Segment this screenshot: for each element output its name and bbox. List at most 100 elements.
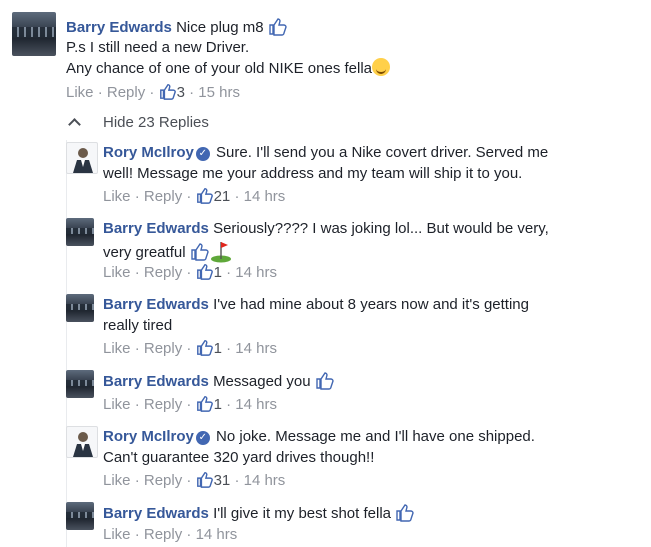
like-reaction-icon[interactable] [196, 338, 214, 356]
avatar-image [73, 432, 93, 457]
reply-link[interactable]: Reply [144, 264, 182, 281]
avatar[interactable] [66, 370, 94, 398]
like-link[interactable]: Like [103, 396, 131, 413]
separator: · [226, 340, 232, 357]
separator: · [149, 84, 155, 101]
timestamp[interactable]: 14 hrs [235, 264, 277, 281]
comment-text-line: Seriously???? I was joking lol... But wo… [213, 220, 549, 237]
separator: · [234, 188, 240, 205]
reply-link[interactable]: Reply [144, 396, 182, 413]
avatar-image [73, 148, 93, 173]
comment-actions: Like · Reply · 31 · 14 hrs [103, 470, 285, 491]
separator: · [234, 472, 240, 489]
reaction-count[interactable]: 21 [214, 188, 231, 205]
comment-actions: Like · Reply · 1 · 14 hrs [103, 394, 277, 415]
separator: · [97, 84, 103, 101]
comment-body: Rory McIlroy ✓ Sure. I'll send you a Nike… [103, 142, 548, 163]
comment-text-line: Can't guarantee 320 yard drives though!! [103, 449, 375, 466]
avatar[interactable] [66, 426, 98, 458]
reply-link[interactable]: Reply [144, 526, 182, 543]
comment-actions: Like · Reply · 3 · 15 hrs [66, 82, 240, 103]
author-name[interactable]: Barry Edwards [103, 373, 209, 390]
avatar[interactable] [12, 12, 56, 56]
author-name[interactable]: Barry Edwards [103, 505, 209, 522]
author-name[interactable]: Barry Edwards [103, 220, 209, 237]
like-link[interactable]: Like [103, 264, 131, 281]
separator: · [134, 188, 140, 205]
thread-line [66, 140, 67, 547]
comment-body: Barry Edwards I've had mine about 8 year… [103, 294, 529, 315]
separator: · [134, 264, 140, 281]
comment-text-line: really tired [103, 317, 173, 334]
like-link[interactable]: Like [103, 472, 131, 489]
reaction-count[interactable]: 1 [214, 264, 222, 281]
like-reaction-icon[interactable] [196, 262, 214, 280]
comment-text-line: very greatful [103, 239, 232, 263]
author-name[interactable]: Rory McIlroy [103, 428, 194, 445]
comment-actions: Like · Reply · 21 · 14 hrs [103, 186, 285, 207]
separator: · [226, 264, 232, 281]
like-reaction-icon[interactable] [196, 470, 214, 488]
avatar[interactable] [66, 502, 94, 530]
author-name[interactable]: Barry Edwards [103, 296, 209, 313]
like-link[interactable]: Like [66, 84, 94, 101]
separator: · [186, 472, 192, 489]
timestamp[interactable]: 14 hrs [244, 472, 286, 489]
thumbs-up-outline-icon [316, 372, 334, 390]
comment-text-line: I'll give it my best shot fella [213, 505, 391, 522]
thumbs-up-outline-icon [396, 504, 414, 522]
like-reaction-icon[interactable] [159, 82, 177, 100]
comment-text: Any chance of one of your old NIKE ones … [66, 60, 373, 77]
comment-text-line: No joke. Message me and I'll have one sh… [216, 428, 535, 445]
thumbs-up-outline-icon [191, 243, 209, 261]
hide-replies-label: Hide 23 Replies [103, 114, 209, 131]
verified-badge-icon: ✓ [195, 147, 210, 161]
reply-link[interactable]: Reply [144, 472, 182, 489]
reply-link[interactable]: Reply [107, 84, 145, 101]
comment-actions: Like · Reply · 1 · 14 hrs [103, 338, 277, 359]
thumbs-up-outline-icon [269, 18, 287, 36]
separator: · [186, 526, 192, 543]
reaction-count[interactable]: 31 [214, 472, 231, 489]
reaction-count[interactable]: 3 [177, 84, 185, 101]
avatar[interactable] [66, 218, 94, 246]
timestamp[interactable]: 14 hrs [196, 526, 238, 543]
like-link[interactable]: Like [103, 340, 131, 357]
separator: · [226, 396, 232, 413]
timestamp[interactable]: 15 hrs [198, 84, 240, 101]
reply-link[interactable]: Reply [144, 340, 182, 357]
reaction-count[interactable]: 1 [214, 396, 222, 413]
comment-text-line: Messaged you [213, 373, 311, 390]
hide-replies-toggle[interactable]: Hide 23 Replies [68, 114, 209, 131]
comment-actions: Like · Reply · 14 hrs [103, 525, 237, 545]
timestamp[interactable]: 14 hrs [244, 188, 286, 205]
separator: · [186, 340, 192, 357]
like-reaction-icon[interactable] [196, 186, 214, 204]
chevron-up-icon [68, 118, 81, 131]
like-link[interactable]: Like [103, 188, 131, 205]
comment-text-line: P.s I still need a new Driver. [66, 39, 250, 56]
reaction-count[interactable]: 1 [214, 340, 222, 357]
comment-body: Barry Edwards Nice plug m8 [66, 16, 288, 38]
timestamp[interactable]: 14 hrs [235, 396, 277, 413]
timestamp[interactable]: 14 hrs [235, 340, 277, 357]
golf-flag-emoji-icon [210, 242, 231, 263]
separator: · [134, 396, 140, 413]
comment-text-line: well! Message me your address and my tea… [103, 165, 523, 182]
avatar[interactable] [66, 142, 98, 174]
comment-body: Barry Edwards Seriously???? I was joking… [103, 218, 549, 239]
separator: · [134, 472, 140, 489]
separator: · [134, 526, 140, 543]
like-reaction-icon[interactable] [196, 394, 214, 412]
like-link[interactable]: Like [103, 526, 131, 543]
author-name[interactable]: Barry Edwards [66, 19, 172, 36]
verified-badge-icon: ✓ [195, 431, 210, 445]
separator: · [134, 340, 140, 357]
comment-text-line: Any chance of one of your old NIKE ones … [66, 58, 391, 79]
avatar[interactable] [66, 294, 94, 322]
separator: · [186, 264, 192, 281]
separator: · [186, 188, 192, 205]
comment-body: Barry Edwards Messaged you [103, 370, 335, 392]
reply-link[interactable]: Reply [144, 188, 182, 205]
author-name[interactable]: Rory McIlroy [103, 144, 194, 161]
